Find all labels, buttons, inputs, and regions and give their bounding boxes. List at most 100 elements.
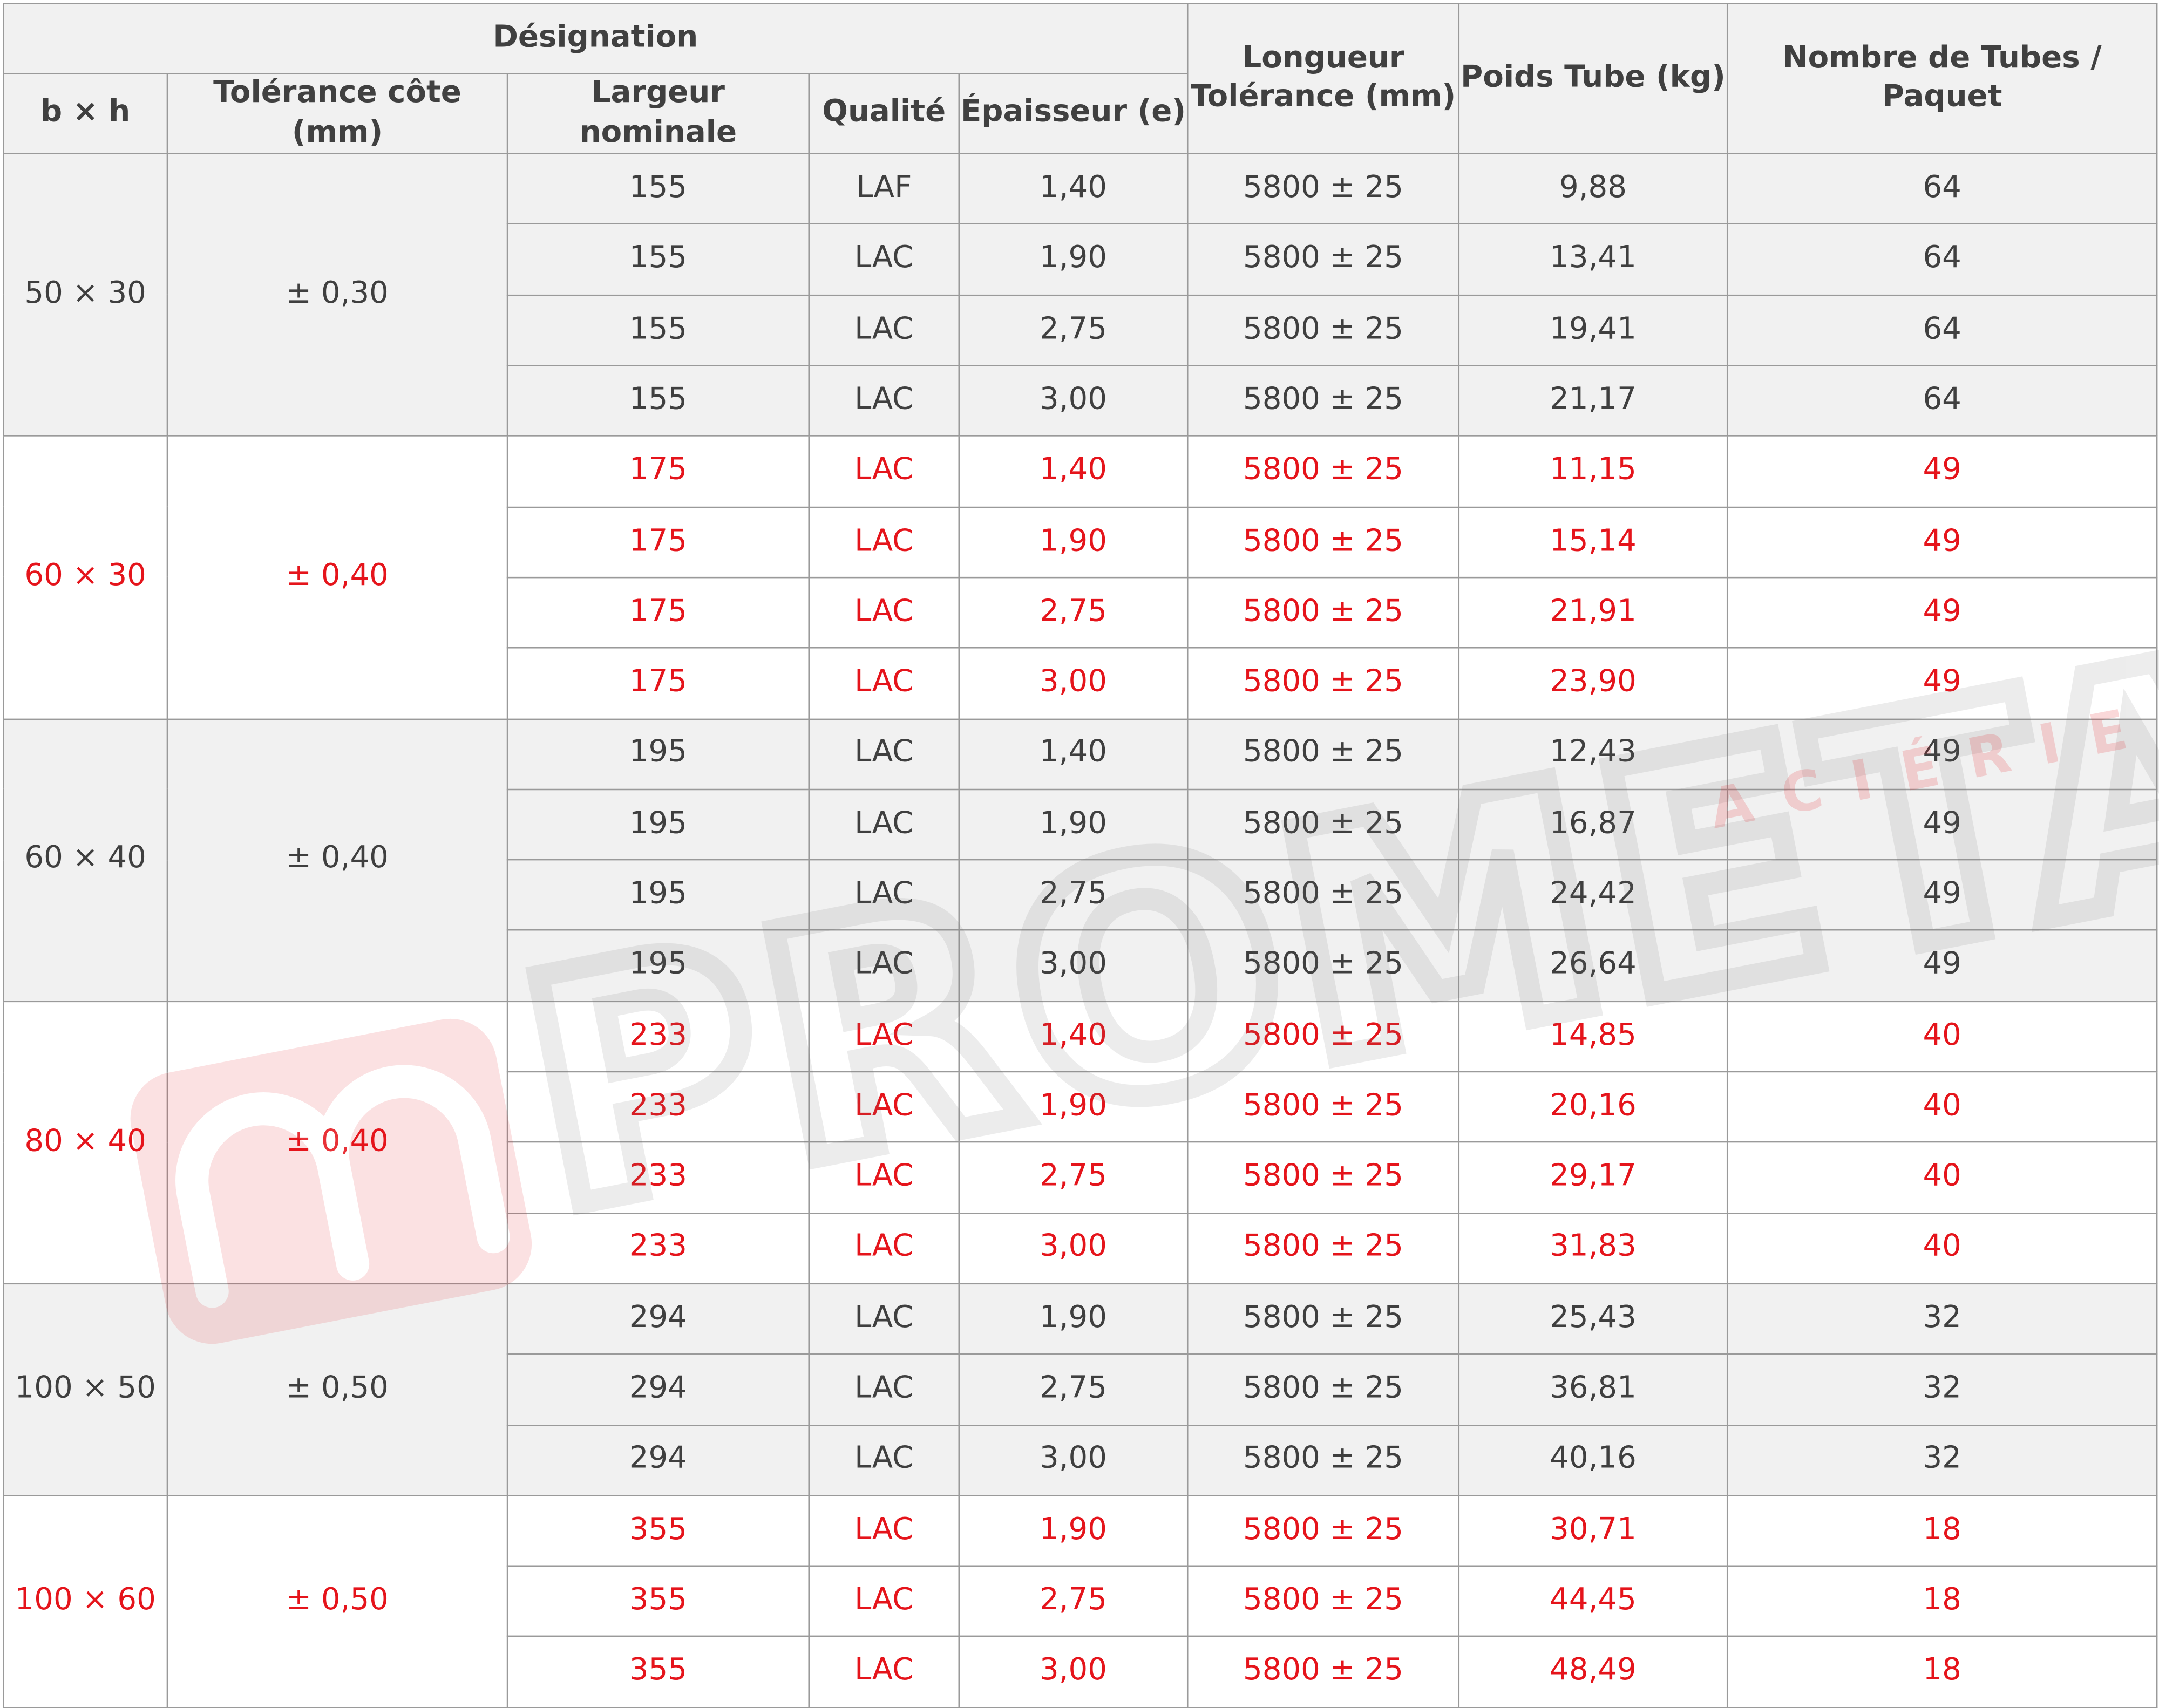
table-row: 60 × 40 ± 0,40 195 LAC 1,40 5800 ± 25 12,43 49 [3,718,2158,1002]
table-row: 50 × 30 ± 0,30 155 LAF 1,40 5800 ± 25 9,88 64 [3,153,2158,437]
cell-qualite: LAC [808,1565,960,1638]
cell-longueur: 5800 ± 25 [1186,223,1460,296]
cell-nombre: 32 [1726,1283,2158,1355]
cell-poids: 24,42 [1458,859,1728,931]
cell-epaisseur: 1,90 [958,788,1189,861]
cell-nombre: 49 [1726,930,2158,1002]
cell-poids: 23,90 [1458,647,1728,720]
cell-epaisseur: 2,75 [958,294,1189,366]
cell-poids: 26,64 [1458,930,1728,1002]
cell-largeur: 195 [506,930,810,1002]
cell-poids: 21,17 [1458,365,1728,437]
cell-nombre: 18 [1726,1494,2158,1567]
cell-qualite: LAC [808,859,960,931]
cell-qualite: LAC [808,435,960,508]
cell-nombre: 40 [1726,1141,2158,1214]
header-nombre: Nombre de Tubes / Paquet [1726,3,2158,155]
cell-longueur: 5800 ± 25 [1186,153,1460,226]
cell-longueur: 5800 ± 25 [1186,294,1460,366]
cell-largeur: 233 [506,1071,810,1144]
cell-epaisseur: 2,75 [958,576,1189,649]
cell-largeur: 155 [506,223,810,296]
cell-poids: 9,88 [1458,153,1728,226]
cell-largeur: 155 [506,365,810,437]
cell-nombre: 18 [1726,1636,2158,1708]
cell-qualite: LAC [808,718,960,790]
cell-longueur: 5800 ± 25 [1186,1424,1460,1496]
cell-nombre: 64 [1726,223,2158,296]
cell-epaisseur: 1,90 [958,223,1189,296]
cell-qualite: LAC [808,1353,960,1426]
header-largeur-nominale: Largeur nominale [506,73,810,155]
cell-largeur: 175 [506,506,810,579]
cell-poids: 19,41 [1458,294,1728,366]
cell-qualite: LAC [808,1424,960,1496]
cell-poids: 12,43 [1458,718,1728,790]
cell-poids: 13,41 [1458,223,1728,296]
cell-largeur: 233 [506,1000,810,1073]
cell-longueur: 5800 ± 25 [1186,1565,1460,1638]
cell-bxh: 60 × 40 [3,718,168,1002]
cell-largeur: 294 [506,1283,810,1355]
cell-nombre: 64 [1726,153,2158,226]
cell-qualite: LAF [808,153,960,226]
cell-longueur: 5800 ± 25 [1186,930,1460,1002]
cell-nombre: 49 [1726,506,2158,579]
cell-qualite: LAC [808,1494,960,1567]
cell-nombre: 49 [1726,576,2158,649]
cell-largeur: 233 [506,1212,810,1284]
cell-qualite: LAC [808,365,960,437]
cell-qualite: LAC [808,1000,960,1073]
header-poids: Poids Tube (kg) [1458,3,1728,155]
cell-nombre: 40 [1726,1212,2158,1284]
cell-longueur: 5800 ± 25 [1186,718,1460,790]
cell-longueur: 5800 ± 25 [1186,788,1460,861]
header-tolerance-cote: Tolérance côte (mm) [166,73,508,155]
cell-qualite: LAC [808,1283,960,1355]
cell-epaisseur: 1,90 [958,1071,1189,1144]
cell-bxh: 50 × 30 [3,153,168,437]
cell-longueur: 5800 ± 25 [1186,365,1460,437]
cell-qualite: LAC [808,1636,960,1708]
cell-bxh: 100 × 60 [3,1494,168,1708]
cell-nombre: 40 [1726,1000,2158,1073]
cell-tolerance-cote: ± 0,30 [166,153,508,437]
header-epaisseur: Épaisseur (e) [958,73,1189,155]
cell-tolerance-cote: ± 0,40 [166,435,508,720]
cell-epaisseur: 1,90 [958,1283,1189,1355]
cell-qualite: LAC [808,223,960,296]
cell-poids: 20,16 [1458,1071,1728,1144]
cell-qualite: LAC [808,647,960,720]
cell-qualite: LAC [808,294,960,366]
cell-longueur: 5800 ± 25 [1186,1141,1460,1214]
cell-epaisseur: 3,00 [958,1212,1189,1284]
cell-largeur: 233 [506,1141,810,1214]
cell-largeur: 155 [506,153,810,226]
cell-epaisseur: 3,00 [958,1636,1189,1708]
cell-largeur: 175 [506,647,810,720]
cell-longueur: 5800 ± 25 [1186,859,1460,931]
cell-poids: 21,91 [1458,576,1728,649]
cell-epaisseur: 1,90 [958,506,1189,579]
cell-epaisseur: 1,40 [958,1000,1189,1073]
cell-longueur: 5800 ± 25 [1186,1636,1460,1708]
cell-nombre: 64 [1726,365,2158,437]
cell-qualite: LAC [808,788,960,861]
cell-longueur: 5800 ± 25 [1186,1212,1460,1284]
header-row-1: Désignation Longueur Tolérance (mm) Poid… [3,3,2158,155]
cell-epaisseur: 2,75 [958,1353,1189,1426]
cell-nombre: 49 [1726,859,2158,931]
cell-largeur: 155 [506,294,810,366]
cell-bxh: 60 × 30 [3,435,168,720]
cell-poids: 44,45 [1458,1565,1728,1638]
cell-largeur: 355 [506,1636,810,1708]
cell-epaisseur: 2,75 [958,1141,1189,1214]
cell-largeur: 195 [506,788,810,861]
cell-epaisseur: 3,00 [958,930,1189,1002]
cell-poids: 48,49 [1458,1636,1728,1708]
cell-bxh: 80 × 40 [3,1000,168,1284]
cell-longueur: 5800 ± 25 [1186,1000,1460,1073]
cell-longueur: 5800 ± 25 [1186,647,1460,720]
cell-epaisseur: 2,75 [958,1565,1189,1638]
cell-longueur: 5800 ± 25 [1186,1071,1460,1144]
